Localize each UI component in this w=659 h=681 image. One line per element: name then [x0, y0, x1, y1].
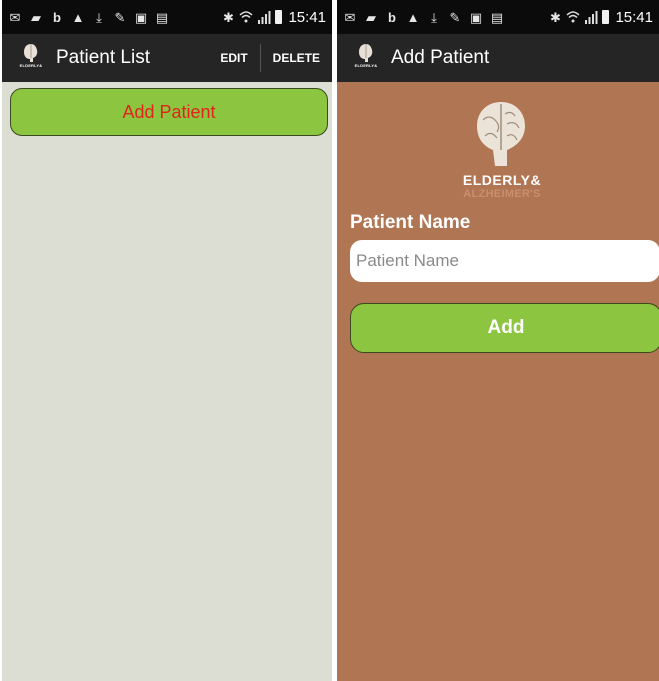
brain-icon [24, 44, 38, 62]
status-bar: ✉ ▰ b ▲ ⤓ ✎ ▣ ▤ ✱ 15:41 [2, 0, 332, 34]
brand-logo: ELDERLY& ALZHEIMER'S [457, 100, 547, 204]
gallery-icon: ▤ [490, 9, 504, 25]
pen-icon: ✎ [114, 9, 126, 25]
app-logo: ELDERLY& [18, 43, 44, 73]
screen-title: Patient List [56, 47, 150, 68]
patient-name-input[interactable] [350, 240, 659, 282]
screen-title: Add Patient [391, 47, 490, 68]
battery-icon [275, 10, 283, 24]
status-bar: ✉ ▰ b ▲ ⤓ ✎ ▣ ▤ ✱ 15:41 [337, 0, 659, 34]
system-icons: ✱ 15:41 [221, 9, 326, 26]
brand-elderly: ELDERLY [462, 172, 531, 188]
video-icon: ▰ [31, 9, 41, 25]
notification-icons: ✉ ▰ b ▲ ⤓ ✎ ▣ ▤ [343, 10, 504, 24]
b-icon: b [388, 9, 396, 25]
gallery-icon: ▤ [155, 9, 169, 25]
battery-icon [602, 10, 610, 24]
wifi-icon [239, 10, 253, 24]
bluetooth-icon: ✱ [223, 9, 234, 25]
action-bar: ELDERLY& Patient List EDIT DELETE [2, 34, 332, 82]
brand-name-line2: ALZHEIMER'S [463, 188, 541, 200]
delete-button[interactable]: DELETE [261, 34, 332, 82]
video-icon: ▰ [366, 9, 376, 25]
patient-list-screen: ✉ ▰ b ▲ ⤓ ✎ ▣ ▤ ✱ 15:41 ELDERLY& Patient… [2, 0, 332, 681]
app-logo: ELDERLY& [353, 43, 379, 73]
b-icon: b [53, 9, 61, 25]
patient-name-label: Patient Name [350, 212, 471, 233]
mail-icon: ✉ [344, 9, 356, 25]
download-icon: ⤓ [431, 9, 437, 25]
signal-icon [584, 10, 598, 24]
add-patient-button[interactable]: Add Patient [10, 88, 328, 136]
edit-button[interactable]: EDIT [208, 34, 259, 82]
brand-ampersand: & [530, 172, 542, 188]
action-bar-actions: EDIT DELETE [208, 34, 332, 82]
mail-icon: ✉ [9, 9, 21, 25]
notification-icons: ✉ ▰ b ▲ ⤓ ✎ ▣ ▤ [8, 10, 169, 24]
wifi-icon [566, 10, 580, 24]
clock: 15:41 [615, 8, 653, 26]
add-patient-screen: ✉ ▰ b ▲ ⤓ ✎ ▣ ▤ ✱ 15:41 ELDERLY& Add Pat… [337, 0, 659, 681]
photo-icon: ▣ [134, 9, 148, 25]
brain-logo-icon [477, 102, 525, 166]
system-icons: ✱ 15:41 [548, 9, 653, 26]
add-button[interactable]: Add [350, 303, 659, 353]
pen-icon: ✎ [449, 9, 461, 25]
app-logo-text: ELDERLY& [19, 63, 43, 68]
photo-icon: ▣ [469, 9, 483, 25]
signal-icon [257, 10, 271, 24]
warning-icon: ▲ [406, 9, 420, 25]
app-logo-text: ELDERLY& [354, 63, 378, 68]
clock: 15:41 [288, 8, 326, 26]
download-icon: ⤓ [96, 9, 102, 25]
brand-name-line1: ELDERLY& [457, 172, 547, 188]
action-bar: ELDERLY& Add Patient [337, 34, 659, 82]
brain-icon [359, 44, 373, 62]
warning-icon: ▲ [71, 9, 85, 25]
bluetooth-icon: ✱ [550, 9, 561, 25]
